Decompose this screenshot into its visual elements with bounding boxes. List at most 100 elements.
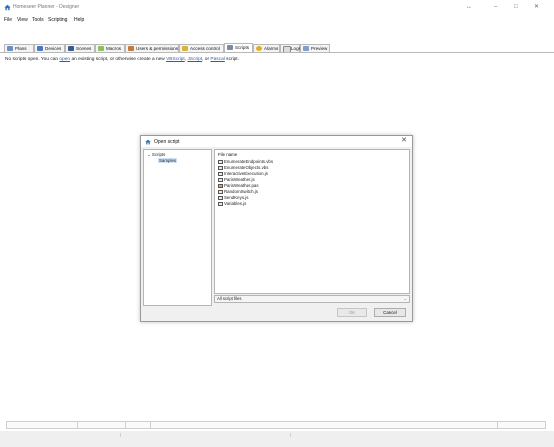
tab-label: Scripts [235, 45, 250, 50]
script-file-icon [218, 195, 223, 200]
app-home-icon [4, 4, 11, 11]
tab-scripts[interactable]: Scripts [224, 43, 253, 52]
tab-plans[interactable]: Plans [4, 44, 34, 52]
access-control-icon [182, 46, 188, 51]
file-list[interactable]: File name EnumerateEndpoints.vbs Enumera… [214, 149, 410, 294]
file-name: EnumerateEndpoints.vbs [224, 159, 274, 164]
minimize-button[interactable]: – [494, 3, 497, 11]
file-name: ParisWeather.js [224, 177, 255, 182]
macros-icon [98, 46, 104, 51]
pascal-link[interactable]: Pascal [210, 57, 224, 62]
users-icon [128, 46, 134, 51]
script-file-icon [218, 171, 223, 176]
preview-icon [303, 46, 309, 51]
maximize-button[interactable]: □ [514, 3, 518, 11]
file-name: SendKeys.js [224, 195, 249, 200]
status-divider [125, 422, 126, 429]
file-name-column-header[interactable]: File name [218, 152, 237, 157]
info-text-end: script. [226, 57, 239, 62]
status-divider [150, 422, 151, 429]
tab-label: Preview [311, 46, 328, 51]
tab-label: Access control [190, 46, 220, 51]
menu-bar: File View Tools Scripting Help [0, 16, 554, 25]
menu-help[interactable]: Help [74, 17, 84, 23]
file-item[interactable]: EnumerateObjects.vbs [218, 165, 268, 170]
status-bar [6, 421, 546, 429]
plans-icon [7, 46, 13, 51]
file-item[interactable]: ParisWeather.pas [218, 183, 259, 188]
dialog-close-button[interactable]: ✕ [401, 137, 407, 145]
chevron-down-icon[interactable]: ⌄ [404, 296, 407, 302]
tree-root-label: Scripts [151, 152, 166, 157]
vbscript-link[interactable]: VBScript [166, 57, 185, 62]
tab-users-permissions[interactable]: Users & permissions [125, 44, 179, 52]
tab-scenes[interactable]: Scenes [65, 44, 95, 52]
info-text-middle: an existing script, or otherwise create … [71, 57, 165, 62]
file-type-filter-value: All script files [217, 296, 242, 301]
pascal-file-icon [218, 183, 223, 188]
file-type-filter[interactable]: All script files ⌄ [214, 295, 410, 303]
status-divider [497, 422, 498, 429]
alarms-icon [256, 46, 262, 51]
tab-label: Alarms [264, 46, 279, 51]
tab-label: Scenes [76, 46, 92, 51]
devices-icon [37, 46, 43, 51]
window-title: Homeseer Planner - Designer [13, 4, 80, 10]
script-file-icon [218, 177, 223, 182]
file-name: EnumerateObjects.vbs [224, 165, 269, 170]
scenes-icon [68, 46, 74, 51]
file-item[interactable]: ParisWeather.js [218, 177, 255, 182]
scripts-icon [227, 45, 233, 50]
menu-tools[interactable]: Tools [32, 17, 44, 23]
tab-label: Plans [15, 46, 27, 51]
script-file-icon [218, 159, 223, 164]
open-script-dialog: Open script ✕ ⌄ Scripts Samples File nam… [140, 135, 413, 322]
tab-logs[interactable]: Logs [280, 44, 301, 53]
info-or: , or [202, 57, 210, 62]
file-item[interactable]: EnumerateEndpoints.vbs [218, 159, 273, 164]
file-item[interactable]: RandomSwitch.js [218, 189, 258, 194]
tab-alarms[interactable]: Alarms [253, 44, 280, 52]
tab-devices[interactable]: Devices [34, 44, 65, 52]
strip-divider [120, 433, 121, 437]
dialog-title-bar: Open script ✕ [141, 136, 412, 147]
restore-size-icon[interactable]: ↔ [466, 3, 472, 11]
file-name: ParisWeather.pas [224, 183, 259, 188]
ok-button[interactable]: OK [337, 308, 367, 317]
title-bar: Homeseer Planner - Designer ↔ – □ ✕ [0, 0, 554, 16]
info-comma: , [184, 57, 187, 62]
tab-preview[interactable]: Preview [300, 44, 330, 52]
tab-label: Macros [106, 46, 122, 51]
dialog-home-icon [145, 139, 151, 145]
script-file-icon [218, 201, 223, 206]
open-link[interactable]: open [59, 57, 70, 62]
dialog-title: Open script [154, 139, 180, 145]
file-name: Variables.js [224, 201, 247, 206]
menu-scripting[interactable]: Scripting [48, 17, 67, 23]
script-file-icon [218, 189, 223, 194]
script-file-icon [218, 165, 223, 170]
cancel-button[interactable]: Cancel [374, 308, 406, 317]
script-folder-tree[interactable]: ⌄ Scripts Samples [143, 149, 212, 306]
strip-divider [290, 433, 291, 437]
file-item[interactable]: SendKeys.js [218, 195, 248, 200]
tab-macros[interactable]: Macros [95, 44, 125, 52]
tree-item-samples[interactable]: Samples [158, 158, 178, 163]
close-button[interactable]: ✕ [534, 3, 539, 11]
status-divider [77, 422, 78, 429]
info-text-start: No scripts open. You can [5, 57, 59, 62]
file-name: RandomSwitch.js [224, 189, 258, 194]
file-name: InteractiveExecution.js [224, 171, 268, 176]
chevron-down-icon[interactable]: ⌄ [147, 152, 151, 157]
tab-bar: Plans Devices Scenes Macros Users & perm… [0, 25, 554, 53]
tab-label: Devices [45, 46, 62, 51]
menu-file[interactable]: File [4, 17, 12, 23]
menu-view[interactable]: View [17, 17, 28, 23]
tab-label: Users & permissions [136, 46, 179, 51]
bottom-strip [0, 431, 554, 447]
tab-access-control[interactable]: Access control [179, 44, 224, 52]
file-item[interactable]: InteractiveExecution.js [218, 171, 268, 176]
file-item[interactable]: Variables.js [218, 201, 246, 206]
jscript-link[interactable]: JScript [187, 57, 202, 62]
no-scripts-message: No scripts open. You can open an existin… [5, 57, 239, 62]
